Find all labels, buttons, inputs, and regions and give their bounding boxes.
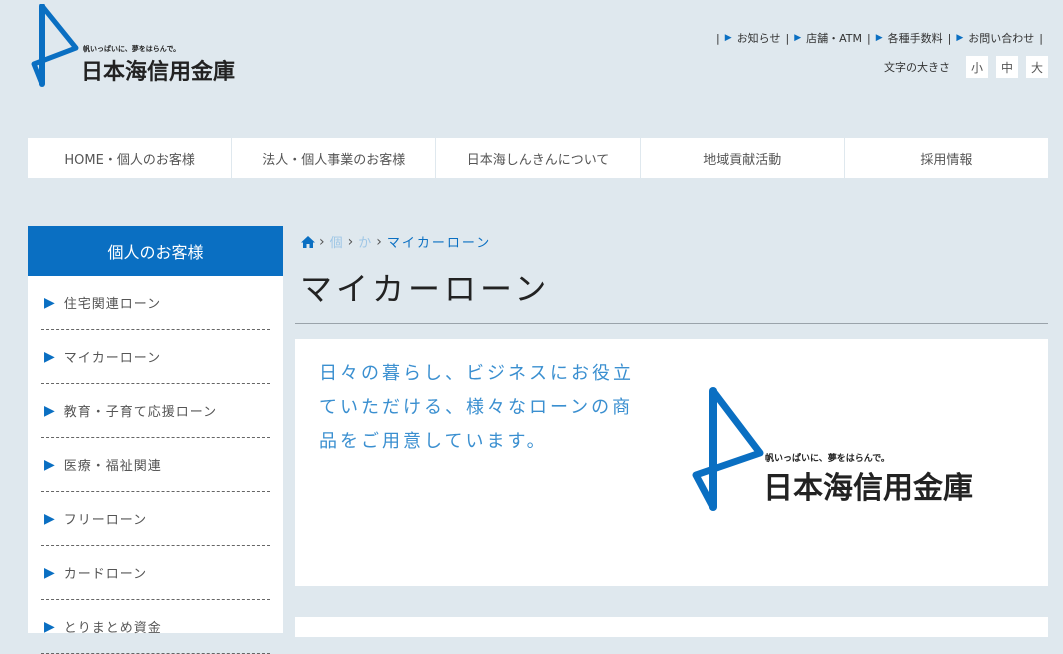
triangle-right-icon: ▶ <box>794 33 802 43</box>
breadcrumb-item[interactable]: 個 <box>330 232 345 251</box>
sidebar-item-label: マイカーローン <box>63 351 162 366</box>
sidebar-item-housing-loan[interactable]: ▶ 住宅関連ローン <box>41 276 270 330</box>
triangle-right-icon: ▶ <box>44 456 56 473</box>
sidebar-item-label: 教育・子育て応援ローン <box>63 405 218 420</box>
font-size-label: 文字の大きさ <box>884 61 950 74</box>
breadcrumb-current: マイカーローン <box>386 236 492 251</box>
sidebar-item-label: 住宅関連ローン <box>63 297 162 312</box>
home-icon[interactable] <box>300 235 316 249</box>
sidebar-menu: ▶ 住宅関連ローン ▶ マイカーローン ▶ 教育・子育て応援ローン ▶ 医療・福祉関連 … <box>28 276 283 654</box>
triangle-right-icon: ▶ <box>44 564 56 581</box>
divider: | <box>1039 31 1043 45</box>
chevron-right-icon: › <box>319 233 327 250</box>
triangle-right-icon: ▶ <box>44 348 56 365</box>
divider: | <box>785 31 790 45</box>
sidebar-item-label: 医療・福祉関連 <box>63 459 162 474</box>
sidebar-item-medical-welfare[interactable]: ▶ 医療・福祉関連 <box>41 438 270 492</box>
breadcrumb-item[interactable]: か <box>358 232 373 251</box>
intro-lead-text: 日々の暮らし、ビジネスにお役立ていただける、様々なローンの商品をご用意しています… <box>319 363 634 452</box>
chevron-right-icon: › <box>376 233 384 250</box>
logo-mark-icon <box>31 4 79 87</box>
title-divider <box>295 323 1048 324</box>
page-title: マイカーローン <box>300 270 551 308</box>
divider: | <box>716 31 720 45</box>
nav-item-business[interactable]: 法人・個人事業のお客様 <box>232 138 437 178</box>
triangle-right-icon: ▶ <box>44 618 56 635</box>
divider: | <box>947 31 952 45</box>
util-link-label: 各種手数料 <box>887 32 943 45</box>
util-link-fees[interactable]: ▶ 各種手数料 <box>876 30 943 46</box>
sidebar-item-education-loan[interactable]: ▶ 教育・子育て応援ローン <box>41 384 270 438</box>
breadcrumb: › 個 › か › マイカーローン <box>300 232 491 251</box>
sidebar-item-label: とりまとめ資金 <box>63 621 162 636</box>
nav-item-community[interactable]: 地域貢献活動 <box>641 138 845 178</box>
triangle-right-icon: ▶ <box>956 33 964 43</box>
logo-name: 日本海信用金庫 <box>81 60 236 85</box>
logo-tagline: 帆いっぱいに、夢をはらんで。 <box>83 45 181 53</box>
utility-links: | ▶ お知らせ | ▶ 店舗・ATM | ▶ 各種手数料 | ▶ お問い合わせ | <box>711 30 1048 46</box>
sidebar-item-car-loan[interactable]: ▶ マイカーローン <box>41 330 270 384</box>
nav-item-home[interactable]: HOME・個人のお客様 <box>28 138 233 178</box>
sidebar-item-label: カードローン <box>63 567 148 582</box>
triangle-right-icon: ▶ <box>724 33 732 43</box>
sidebar-item-label: フリーローン <box>63 513 148 528</box>
sidebar-title[interactable]: 個人のお客様 <box>28 226 283 276</box>
global-nav: HOME・個人のお客様 法人・個人事業のお客様 日本海しんきんについて 地域貢献… <box>28 138 1048 178</box>
divider: | <box>867 31 871 45</box>
nav-item-recruit[interactable]: 採用情報 <box>845 138 1048 178</box>
font-size-small-button[interactable]: 小 <box>966 56 988 78</box>
util-link-label: お知らせ <box>736 32 781 45</box>
intro-logo: 帆いっぱいに、夢をはらんで。 日本海信用金庫 <box>688 387 998 512</box>
font-size-large-button[interactable]: 大 <box>1026 56 1048 78</box>
logo-mark-icon <box>692 387 764 511</box>
intro-card: 日々の暮らし、ビジネスにお役立ていただける、様々なローンの商品をご用意しています… <box>295 339 1048 586</box>
util-link-label: お問い合わせ <box>968 32 1035 45</box>
content-card <box>295 617 1048 637</box>
nav-item-about[interactable]: 日本海しんきんについて <box>436 138 641 178</box>
logo-name: 日本海信用金庫 <box>763 471 973 506</box>
triangle-right-icon: ▶ <box>875 33 883 43</box>
sidebar-item-card-loan[interactable]: ▶ カードローン <box>41 546 270 600</box>
util-link-news[interactable]: ▶ お知らせ <box>725 30 781 46</box>
util-link-branches[interactable]: ▶ 店舗・ATM <box>794 30 862 46</box>
chevron-right-icon: › <box>347 233 356 250</box>
sidebar-item-free-loan[interactable]: ▶ フリーローン <box>41 492 270 546</box>
triangle-right-icon: ▶ <box>44 294 56 311</box>
util-link-contact[interactable]: ▶ お問い合わせ <box>956 30 1034 46</box>
util-link-label: 店舗・ATM <box>806 32 862 45</box>
triangle-right-icon: ▶ <box>44 510 56 527</box>
font-size-medium-button[interactable]: 中 <box>996 56 1018 78</box>
sidebar: 個人のお客様 ▶ 住宅関連ローン ▶ マイカーローン ▶ 教育・子育て応援ローン ▶ 医… <box>28 226 283 654</box>
font-size-switcher: 文字の大きさ 小 中 大 <box>884 56 1048 78</box>
triangle-right-icon: ▶ <box>44 402 56 419</box>
sidebar-item-consolidation-loan[interactable]: ▶ とりまとめ資金 <box>41 600 270 654</box>
site-logo[interactable]: 帆いっぱいに、夢をはらんで。 日本海信用金庫 <box>28 4 248 88</box>
